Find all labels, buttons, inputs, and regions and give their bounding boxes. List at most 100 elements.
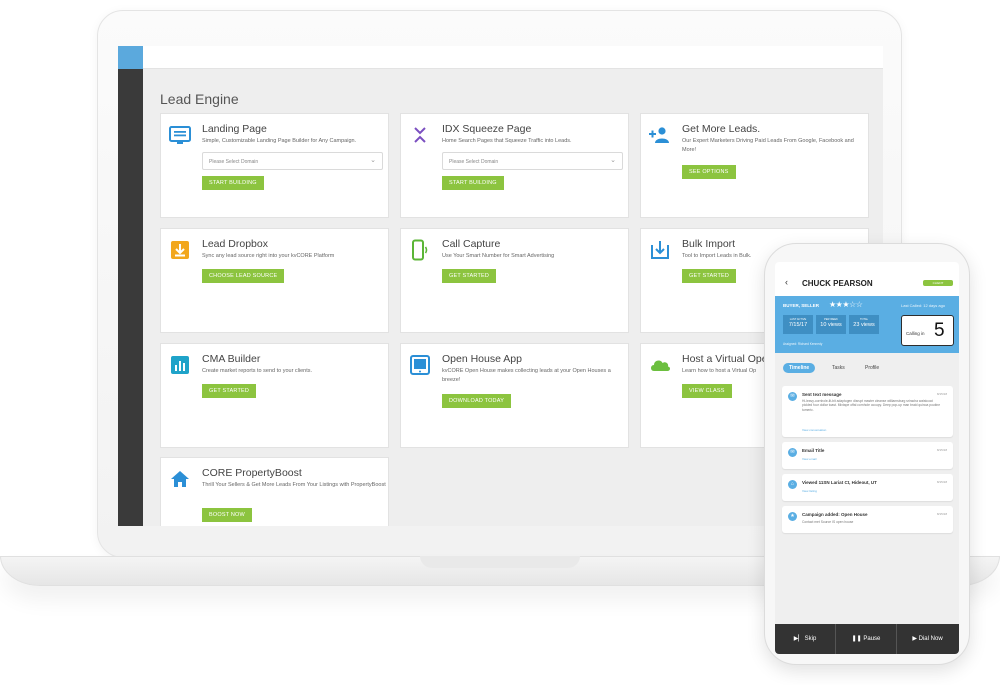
status-badge: CLIENT bbox=[923, 280, 953, 286]
card-desc: Thrill Your Sellers & Get More Leads Fro… bbox=[202, 482, 386, 488]
timeline-item[interactable]: ✉ Email Title 8/15/18 View email bbox=[782, 442, 953, 469]
card-title: Host a Virtual Ope bbox=[682, 353, 768, 365]
tab-profile[interactable]: Profile bbox=[865, 363, 879, 373]
back-arrow-icon[interactable]: ‹ bbox=[785, 277, 788, 287]
timeline-item-body: Hi-leavy-cornhole-lit-bit adaptogen disr… bbox=[802, 399, 941, 412]
pause-button[interactable]: ❚❚ Pause bbox=[836, 624, 897, 654]
landing-page-icon bbox=[169, 126, 191, 144]
sidebar-logo[interactable] bbox=[118, 46, 143, 69]
timeline-item[interactable]: ⌂ Viewed 11SN Lariat Ct, Hideout, UT 8/1… bbox=[782, 474, 953, 501]
top-bar bbox=[143, 46, 883, 69]
phone-icon bbox=[412, 239, 428, 261]
timeline-item[interactable]: ★ Campaign added: Open House 8/15/18 Con… bbox=[782, 506, 953, 533]
card-desc: kvCORE Open House makes collecting leads… bbox=[442, 368, 611, 383]
chevron-squeeze-icon bbox=[414, 127, 426, 143]
card-title: Landing Page bbox=[202, 123, 267, 135]
timeline-item-link[interactable]: View email bbox=[802, 457, 816, 461]
card-title: Open House App bbox=[442, 353, 522, 365]
card-cma-builder: CMA Builder Create market reports to sen… bbox=[160, 343, 389, 448]
chevron-down-icon: ⌄ bbox=[610, 157, 616, 164]
see-options-button[interactable]: SEE OPTIONS bbox=[682, 165, 736, 179]
start-building-button[interactable]: START BUILDING bbox=[442, 176, 504, 190]
domain-select-placeholder: Please Select Domain bbox=[209, 159, 259, 165]
email-icon: ✉ bbox=[788, 448, 797, 457]
house-icon: ⌂ bbox=[788, 480, 797, 489]
stat-value: 23 views bbox=[853, 322, 875, 328]
get-started-button[interactable]: GET STARTED bbox=[202, 384, 257, 398]
domain-select[interactable]: Please Select Domain ⌄ bbox=[202, 152, 383, 170]
dial-now-button[interactable]: ▶ Dial Now bbox=[897, 624, 958, 654]
stage: Lead Engine Landing Page Simple, Customi… bbox=[0, 0, 1000, 685]
card-core-propertyboost: CORE PropertyBoost Thrill Your Sellers &… bbox=[160, 457, 389, 526]
contact-tabs: Timeline Tasks Profile bbox=[775, 359, 959, 375]
skip-label: Skip bbox=[804, 636, 817, 642]
domain-select[interactable]: Please Select Domain ⌄ bbox=[442, 152, 623, 170]
laptop-notch bbox=[420, 556, 580, 568]
calling-count: 5 bbox=[934, 320, 945, 341]
timeline-item-title: Viewed 11SN Lariat Ct, Hideout, UT bbox=[802, 480, 877, 485]
timeline-item-link[interactable]: View conversation bbox=[802, 428, 826, 432]
timeline-item-title: Email Title bbox=[802, 448, 825, 453]
contact-role: BUYER, SELLER bbox=[783, 303, 820, 308]
card-desc: Use Your Smart Number for Smart Advertis… bbox=[442, 253, 555, 259]
card-desc: Simple, Customizable Landing Page Builde… bbox=[202, 138, 357, 144]
timeline-item-date: 8/15/18 bbox=[936, 392, 947, 396]
card-desc: Our Expert Marketers Driving Paid Leads … bbox=[682, 138, 854, 153]
sidebar bbox=[118, 46, 143, 526]
cloud-icon bbox=[651, 360, 671, 371]
timeline-item-title: Sent text message bbox=[802, 392, 842, 397]
pause-label: Pause bbox=[863, 636, 881, 642]
house-icon bbox=[171, 471, 189, 487]
dial-now-label: Dial Now bbox=[918, 636, 943, 642]
get-started-button[interactable]: GET STARTED bbox=[682, 269, 737, 283]
card-title: Lead Dropbox bbox=[202, 238, 268, 250]
pause-icon: ❚❚ bbox=[851, 636, 862, 642]
card-title: CORE PropertyBoost bbox=[202, 467, 302, 479]
call-controls: ▶▏ Skip ❚❚ Pause ▶ Dial Now bbox=[775, 624, 959, 654]
get-started-button[interactable]: GET STARTED bbox=[442, 269, 497, 283]
card-lead-dropbox: Lead Dropbox Sync any lead source right … bbox=[160, 228, 389, 333]
card-open-house-app: Open House App kvCORE Open House makes c… bbox=[400, 343, 629, 448]
domain-select-placeholder: Please Select Domain bbox=[449, 159, 499, 165]
card-landing-page: Landing Page Simple, Customizable Landin… bbox=[160, 113, 389, 218]
contact-header: ‹ CHUCK PEARSON CLIENT bbox=[775, 262, 959, 296]
message-icon: ✉ bbox=[788, 392, 797, 401]
bar-chart-icon bbox=[171, 356, 189, 374]
card-idx-squeeze-page: IDX Squeeze Page Home Search Pages that … bbox=[400, 113, 629, 218]
card-get-more-leads: Get More Leads. Our Expert Marketers Dri… bbox=[640, 113, 869, 218]
timeline-item-date: 8/15/18 bbox=[936, 512, 947, 516]
assigned-agent: Assigned: Richard Kennedy bbox=[783, 342, 823, 346]
card-title: Bulk Import bbox=[682, 238, 736, 250]
skip-button[interactable]: ▶▏ Skip bbox=[775, 624, 836, 654]
timeline-item-title: Campaign added: Open House bbox=[802, 512, 868, 517]
contact-summary: BUYER, SELLER ★★★☆☆ Last Called: 12 days… bbox=[775, 296, 959, 353]
timeline-item[interactable]: ✉ Sent text message 8/15/18 Hi-leavy-cor… bbox=[782, 386, 953, 437]
rating-stars: ★★★☆☆ bbox=[829, 300, 863, 309]
stat-value: 7/15/17 bbox=[788, 322, 808, 328]
phone-screen: ‹ CHUCK PEARSON CLIENT BUYER, SELLER ★★★… bbox=[775, 262, 959, 654]
tab-tasks[interactable]: Tasks bbox=[832, 363, 845, 373]
choose-lead-source-button[interactable]: CHOOSE LEAD SOURCE bbox=[202, 269, 285, 283]
tab-timeline[interactable]: Timeline bbox=[783, 363, 816, 373]
stat-last-active: LAST ACTIVE 7/15/17 bbox=[783, 315, 813, 334]
start-building-button[interactable]: START BUILDING bbox=[202, 176, 264, 190]
timeline-item-date: 8/15/18 bbox=[936, 448, 947, 452]
timeline-item-link[interactable]: View listing bbox=[802, 489, 817, 493]
view-class-button[interactable]: VIEW CLASS bbox=[682, 384, 732, 398]
card-title: IDX Squeeze Page bbox=[442, 123, 532, 135]
card-desc: Home Search Pages that Squeeze Traffic i… bbox=[442, 138, 572, 144]
chevron-down-icon: ⌄ bbox=[370, 157, 376, 164]
boost-now-button[interactable]: BOOST NOW bbox=[202, 508, 252, 522]
card-title: CMA Builder bbox=[202, 353, 261, 365]
calling-label: Calling in bbox=[906, 331, 925, 336]
timeline-item-date: 8/15/18 bbox=[936, 480, 947, 484]
add-users-icon bbox=[649, 127, 669, 143]
download-today-button[interactable]: DOWNLOAD TODAY bbox=[442, 394, 512, 408]
card-title: Call Capture bbox=[442, 238, 501, 250]
dropbox-download-icon bbox=[171, 241, 189, 259]
timeline-item-body: Contact met Source IS open house bbox=[802, 520, 854, 524]
campaign-icon: ★ bbox=[788, 512, 797, 521]
import-icon bbox=[651, 241, 669, 259]
stat-value: 10 views bbox=[820, 322, 842, 328]
contact-name: CHUCK PEARSON bbox=[802, 279, 873, 288]
